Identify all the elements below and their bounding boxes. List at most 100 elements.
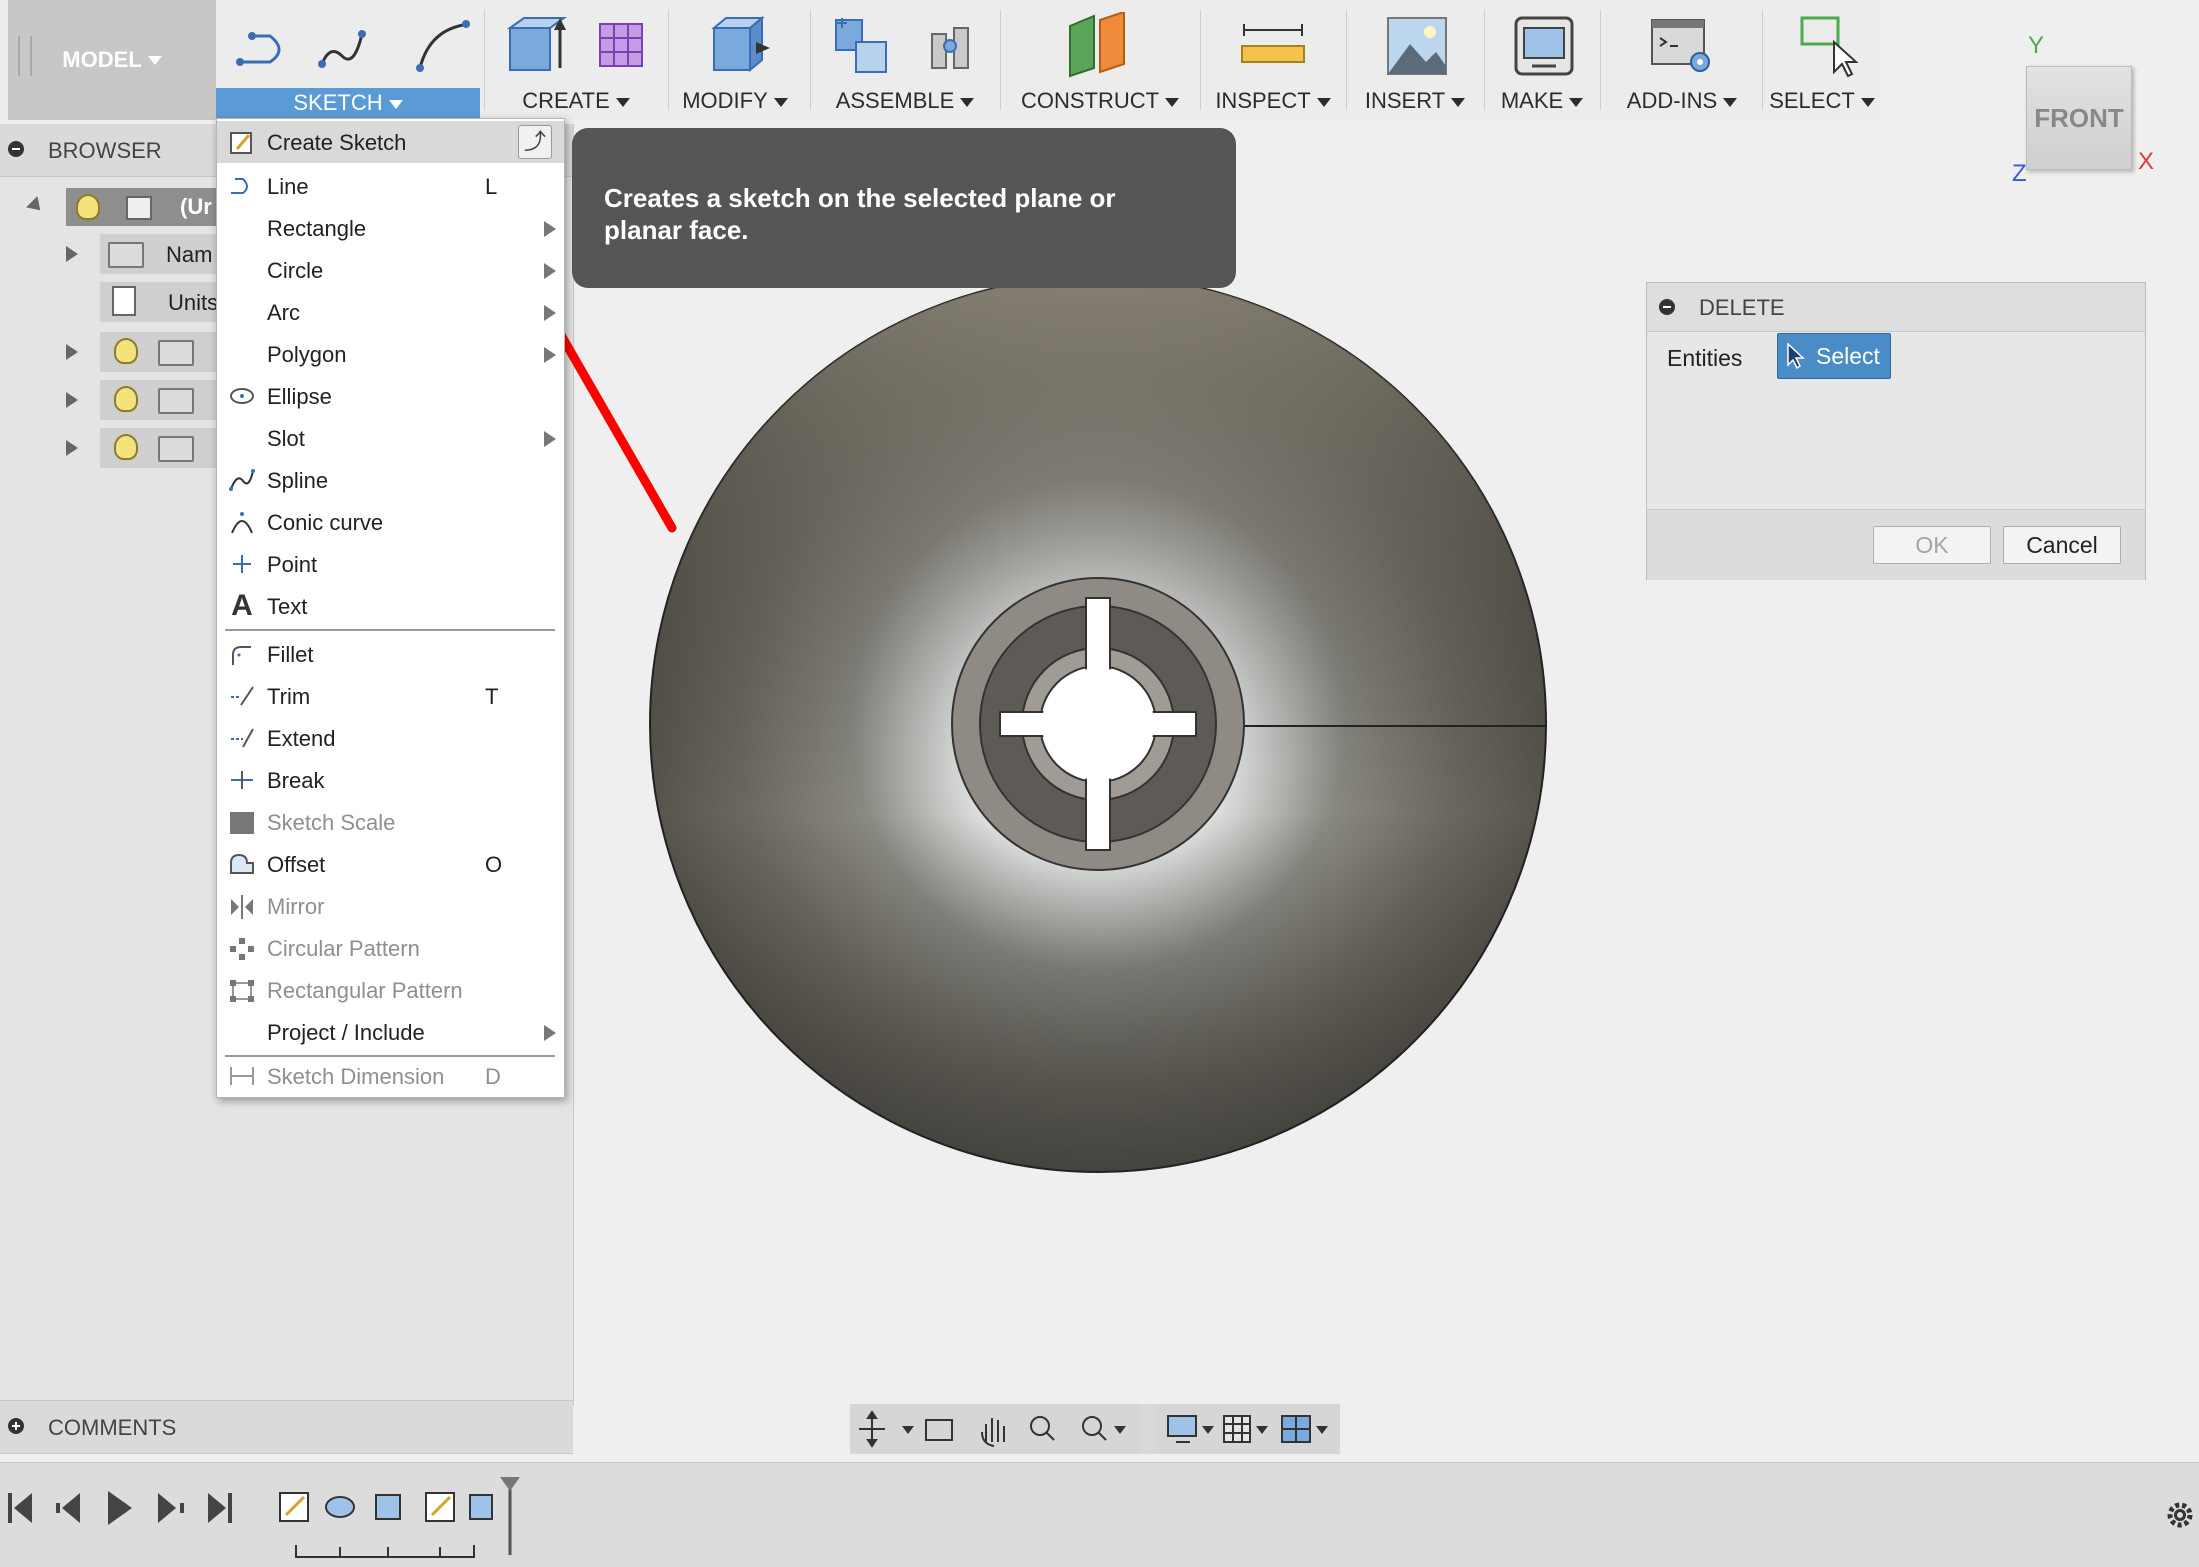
expand-toggle-icon[interactable] xyxy=(26,196,46,216)
trim-icon xyxy=(229,685,255,707)
select-entities-button[interactable]: Select xyxy=(1777,333,1891,379)
menu-item-mirror[interactable]: Mirror xyxy=(217,885,564,927)
menu-item-label: Slot xyxy=(267,426,305,451)
menu-item-label: Mirror xyxy=(267,894,325,919)
make-group-label: MAKE xyxy=(1500,88,1564,113)
inspect-group-label: INSPECT xyxy=(1215,88,1311,113)
menu-item-label: Polygon xyxy=(267,342,347,367)
toolbar-group-construct[interactable]: CONSTRUCT xyxy=(1002,0,1198,120)
chevron-down-icon xyxy=(1165,97,1180,107)
menu-item-fillet[interactable]: Fillet xyxy=(217,633,564,675)
viewcube-axis-y-label: Y xyxy=(2028,32,2045,59)
browser-item-row[interactable] xyxy=(0,378,220,422)
menu-item-create-sketch[interactable]: Create Sketch ⤴ xyxy=(217,121,564,163)
text-icon: A xyxy=(231,589,253,622)
menu-item-sketch-dimension[interactable]: Sketch Dimension D xyxy=(217,1055,564,1097)
menu-item-spline[interactable]: Spline xyxy=(217,459,564,501)
fillet-icon xyxy=(229,643,255,665)
comments-header[interactable]: COMMENTS xyxy=(0,1400,573,1454)
pin-to-toolbar-icon[interactable]: ⤴ xyxy=(518,125,552,159)
visibility-bulb-icon[interactable] xyxy=(114,338,138,364)
collapse-icon[interactable] xyxy=(1659,299,1675,315)
browser-item-row[interactable] xyxy=(0,426,220,470)
menu-item-circle[interactable]: Circle xyxy=(217,249,564,291)
settings-gear-icon[interactable] xyxy=(2162,1497,2198,1533)
menu-item-project-include[interactable]: Project / Include xyxy=(217,1011,564,1053)
toolbar-group-create[interactable]: CREATE xyxy=(486,0,666,120)
menu-item-break[interactable]: Break xyxy=(217,759,564,801)
construct-group-label: CONSTRUCT xyxy=(1020,88,1160,113)
create-group-label: CREATE xyxy=(522,88,610,113)
toolbar-group-select[interactable]: SELECT xyxy=(1764,0,1880,120)
collapse-icon[interactable] xyxy=(8,141,24,157)
menu-item-rectangular-pattern[interactable]: Rectangular Pattern xyxy=(217,969,564,1011)
visibility-bulb-icon[interactable] xyxy=(76,194,100,220)
toolbar-group-inspect[interactable]: INSPECT xyxy=(1202,0,1344,120)
sketch-scale-icon xyxy=(229,811,255,834)
menu-item-shortcut: L xyxy=(485,174,498,199)
submenu-arrow-icon xyxy=(544,221,556,237)
expand-comments-icon[interactable] xyxy=(8,1418,24,1434)
expand-toggle-icon[interactable] xyxy=(66,392,78,408)
toolbar-group-assemble[interactable]: ASSEMBLE xyxy=(812,0,998,120)
menu-item-slot[interactable]: Slot xyxy=(217,417,564,459)
ok-button[interactable]: OK xyxy=(1873,526,1991,564)
entities-label: Entities xyxy=(1667,345,1743,371)
viewcube-axis-z-label: Z xyxy=(2012,160,2027,187)
folder-icon xyxy=(158,388,194,414)
workspace-switcher-button[interactable]: MODEL xyxy=(8,0,216,120)
toolbar-group-make[interactable]: MAKE xyxy=(1486,0,1598,120)
menu-item-circular-pattern[interactable]: Circular Pattern xyxy=(217,927,564,969)
menu-item-arc[interactable]: Arc xyxy=(217,291,564,333)
select-group-label: SELECT xyxy=(1769,88,1855,113)
menu-item-sketch-scale[interactable]: Sketch Scale xyxy=(217,801,564,843)
browser-title: BROWSER xyxy=(48,138,162,163)
menu-item-polygon[interactable]: Polygon xyxy=(217,333,564,375)
menu-item-offset[interactable]: Offset O xyxy=(217,843,564,885)
menu-item-label: Conic curve xyxy=(267,510,384,535)
toolbar-grip-handle[interactable] xyxy=(18,36,32,76)
expand-toggle-icon[interactable] xyxy=(66,344,78,360)
viewport-model[interactable] xyxy=(640,280,1560,1180)
chevron-down-icon xyxy=(1451,97,1466,107)
menu-item-conic-curve[interactable]: Conic curve xyxy=(217,501,564,543)
menu-item-extend[interactable]: Extend xyxy=(217,717,564,759)
browser-item-row[interactable] xyxy=(0,330,220,374)
menu-item-trim[interactable]: Trim T xyxy=(217,675,564,717)
submenu-arrow-icon xyxy=(544,1025,556,1041)
menu-item-rectangle[interactable]: Rectangle xyxy=(217,207,564,249)
toolbar-group-modify[interactable]: MODIFY xyxy=(670,0,800,120)
construct-plane-icon xyxy=(1069,12,1125,78)
toolbar-group-insert[interactable]: INSERT xyxy=(1348,0,1482,120)
visibility-bulb-icon[interactable] xyxy=(114,434,138,460)
menu-item-shortcut: O xyxy=(485,852,503,877)
sketch-dropdown-menu: Create Sketch ⤴ Line L Rectangle Circle … xyxy=(216,118,565,1098)
submenu-arrow-icon xyxy=(544,347,556,363)
browser-item-label: Units xyxy=(168,290,219,315)
expand-toggle-icon[interactable] xyxy=(66,246,78,262)
chevron-down-icon xyxy=(147,55,162,65)
menu-item-label: Line xyxy=(267,174,309,199)
menu-item-line[interactable]: Line L xyxy=(217,165,564,207)
visibility-bulb-icon[interactable] xyxy=(114,386,138,412)
menu-item-label: Ellipse xyxy=(267,384,332,409)
expand-toggle-icon[interactable] xyxy=(66,440,78,456)
submenu-arrow-icon xyxy=(544,431,556,447)
menu-item-point[interactable]: Point xyxy=(217,543,564,585)
menu-item-shortcut: T xyxy=(485,684,499,709)
sketch-group-label-bar[interactable]: SKETCH xyxy=(216,88,480,118)
menu-item-text[interactable]: A Text xyxy=(217,585,564,627)
viewcube-face-label: FRONT xyxy=(2034,103,2124,133)
cancel-button[interactable]: Cancel xyxy=(2003,526,2121,564)
toolbar-group-add-ins[interactable]: ADD-INS xyxy=(1602,0,1762,120)
viewcube[interactable]: FRONT xyxy=(2026,66,2132,170)
assemble-icon xyxy=(835,18,969,73)
dialog-header[interactable]: DELETE xyxy=(1647,283,2145,332)
spline-icon xyxy=(229,469,255,491)
navigation-tools xyxy=(850,1404,1340,1454)
menu-item-label: Spline xyxy=(267,468,329,493)
menu-item-ellipse[interactable]: Ellipse xyxy=(217,375,564,417)
conic-curve-icon xyxy=(229,511,255,534)
line-icon xyxy=(229,175,255,197)
break-icon xyxy=(229,769,255,791)
